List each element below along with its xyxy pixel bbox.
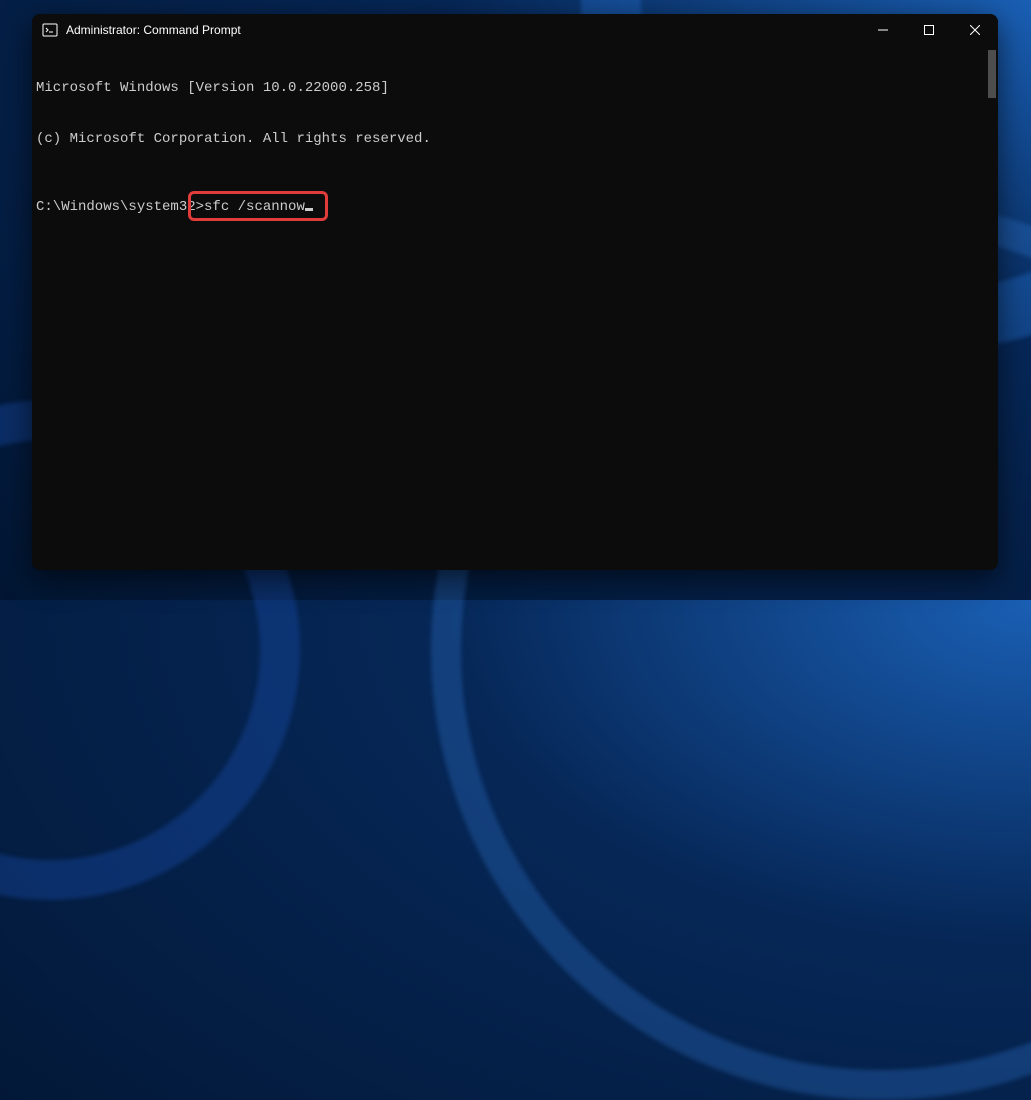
command-prompt-window: Administrator: Command Prompt Microsoft … <box>32 14 998 570</box>
terminal-cursor <box>305 208 313 211</box>
minimize-button[interactable] <box>860 14 906 46</box>
terminal-command-input[interactable]: sfc /scannow <box>204 199 305 215</box>
terminal-copyright-line: (c) Microsoft Corporation. All rights re… <box>36 131 994 148</box>
maximize-button[interactable] <box>906 14 952 46</box>
terminal-prompt-line: C:\Windows\system32>sfc /scannow <box>36 199 994 250</box>
terminal-output-area[interactable]: Microsoft Windows [Version 10.0.22000.25… <box>32 46 998 570</box>
close-button[interactable] <box>952 14 998 46</box>
terminal-version-line: Microsoft Windows [Version 10.0.22000.25… <box>36 80 994 97</box>
vertical-scrollbar-thumb[interactable] <box>988 50 996 98</box>
window-title: Administrator: Command Prompt <box>66 23 241 37</box>
window-titlebar[interactable]: Administrator: Command Prompt <box>32 14 998 46</box>
cmd-icon <box>42 22 58 38</box>
terminal-prompt: C:\Windows\system32> <box>36 199 204 215</box>
